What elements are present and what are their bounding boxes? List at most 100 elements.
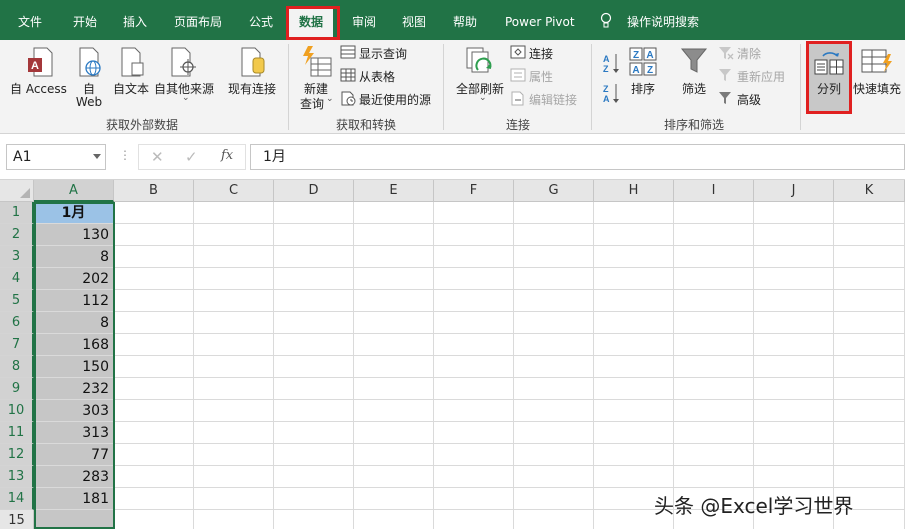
cell-j2[interactable] <box>754 224 834 246</box>
cell-k10[interactable] <box>834 400 905 422</box>
tell-me-search[interactable]: 操作说明搜索 <box>627 0 699 40</box>
cell-b2[interactable] <box>114 224 194 246</box>
cell-f14[interactable] <box>434 488 514 510</box>
cell-d5[interactable] <box>274 290 354 312</box>
cell-d6[interactable] <box>274 312 354 334</box>
cell-h10[interactable] <box>594 400 674 422</box>
cell-c4[interactable] <box>194 268 274 290</box>
cell-e9[interactable] <box>354 378 434 400</box>
cell-g6[interactable] <box>514 312 594 334</box>
column-header-f[interactable]: F <box>434 180 514 202</box>
row-header-7[interactable]: 7 <box>0 334 34 356</box>
cell-a11[interactable]: 313 <box>34 422 114 444</box>
cell-k12[interactable] <box>834 444 905 466</box>
cell-a5[interactable]: 112 <box>34 290 114 312</box>
tab-data[interactable]: 数据 <box>289 8 334 40</box>
cell-b3[interactable] <box>114 246 194 268</box>
cell-h11[interactable] <box>594 422 674 444</box>
column-header-a[interactable]: A <box>34 180 114 202</box>
cell-a9[interactable]: 232 <box>34 378 114 400</box>
cell-b4[interactable] <box>114 268 194 290</box>
row-header-6[interactable]: 6 <box>0 312 34 334</box>
cell-j1[interactable] <box>754 202 834 224</box>
cell-e2[interactable] <box>354 224 434 246</box>
cell-c10[interactable] <box>194 400 274 422</box>
cell-c13[interactable] <box>194 466 274 488</box>
cell-c2[interactable] <box>194 224 274 246</box>
cell-h8[interactable] <box>594 356 674 378</box>
cell-j8[interactable] <box>754 356 834 378</box>
row-header-2[interactable]: 2 <box>0 224 34 246</box>
cell-b11[interactable] <box>114 422 194 444</box>
cell-f5[interactable] <box>434 290 514 312</box>
insert-function-icon[interactable]: fx <box>221 148 233 163</box>
name-box[interactable]: A1 <box>6 144 106 170</box>
cell-c7[interactable] <box>194 334 274 356</box>
tab-power-pivot[interactable]: Power Pivot <box>505 0 575 40</box>
cell-b5[interactable] <box>114 290 194 312</box>
cell-e5[interactable] <box>354 290 434 312</box>
cell-i10[interactable] <box>674 400 754 422</box>
cell-i11[interactable] <box>674 422 754 444</box>
cell-g12[interactable] <box>514 444 594 466</box>
cell-i5[interactable] <box>674 290 754 312</box>
cell-d12[interactable] <box>274 444 354 466</box>
cell-a8[interactable]: 150 <box>34 356 114 378</box>
cell-e8[interactable] <box>354 356 434 378</box>
tab-review[interactable]: 审阅 <box>352 0 376 40</box>
tab-file[interactable]: 文件 <box>18 0 42 40</box>
cell-b14[interactable] <box>114 488 194 510</box>
cell-d8[interactable] <box>274 356 354 378</box>
cell-k11[interactable] <box>834 422 905 444</box>
cell-d14[interactable] <box>274 488 354 510</box>
cell-k2[interactable] <box>834 224 905 246</box>
cell-g8[interactable] <box>514 356 594 378</box>
row-header-12[interactable]: 12 <box>0 444 34 466</box>
tab-insert[interactable]: 插入 <box>123 0 147 40</box>
cell-j7[interactable] <box>754 334 834 356</box>
row-header-4[interactable]: 4 <box>0 268 34 290</box>
enter-check-icon[interactable]: ✓ <box>185 148 198 166</box>
sort-descending-icon[interactable]: Z A <box>602 82 620 104</box>
cell-c15[interactable] <box>194 510 274 529</box>
cell-e12[interactable] <box>354 444 434 466</box>
cell-j12[interactable] <box>754 444 834 466</box>
cell-c1[interactable] <box>194 202 274 224</box>
cell-k5[interactable] <box>834 290 905 312</box>
cell-e13[interactable] <box>354 466 434 488</box>
column-header-e[interactable]: E <box>354 180 434 202</box>
cell-g7[interactable] <box>514 334 594 356</box>
row-header-15[interactable]: 15 <box>0 510 34 529</box>
cell-f9[interactable] <box>434 378 514 400</box>
cell-d15[interactable] <box>274 510 354 529</box>
cell-h6[interactable] <box>594 312 674 334</box>
cell-a6[interactable]: 8 <box>34 312 114 334</box>
cell-a1[interactable]: 1月 <box>34 202 114 224</box>
row-header-14[interactable]: 14 <box>0 488 34 510</box>
cell-c5[interactable] <box>194 290 274 312</box>
cell-k9[interactable] <box>834 378 905 400</box>
cell-f11[interactable] <box>434 422 514 444</box>
cell-d11[interactable] <box>274 422 354 444</box>
cell-d13[interactable] <box>274 466 354 488</box>
cell-g14[interactable] <box>514 488 594 510</box>
column-header-j[interactable]: J <box>754 180 834 202</box>
cell-i2[interactable] <box>674 224 754 246</box>
cell-f13[interactable] <box>434 466 514 488</box>
cell-f10[interactable] <box>434 400 514 422</box>
cell-c12[interactable] <box>194 444 274 466</box>
cell-i9[interactable] <box>674 378 754 400</box>
cell-j3[interactable] <box>754 246 834 268</box>
cell-i1[interactable] <box>674 202 754 224</box>
cell-j10[interactable] <box>754 400 834 422</box>
cell-i12[interactable] <box>674 444 754 466</box>
cell-i3[interactable] <box>674 246 754 268</box>
cell-k1[interactable] <box>834 202 905 224</box>
cell-e15[interactable] <box>354 510 434 529</box>
cell-d3[interactable] <box>274 246 354 268</box>
cell-k3[interactable] <box>834 246 905 268</box>
cell-b1[interactable] <box>114 202 194 224</box>
cell-i4[interactable] <box>674 268 754 290</box>
cell-f1[interactable] <box>434 202 514 224</box>
row-header-3[interactable]: 3 <box>0 246 34 268</box>
